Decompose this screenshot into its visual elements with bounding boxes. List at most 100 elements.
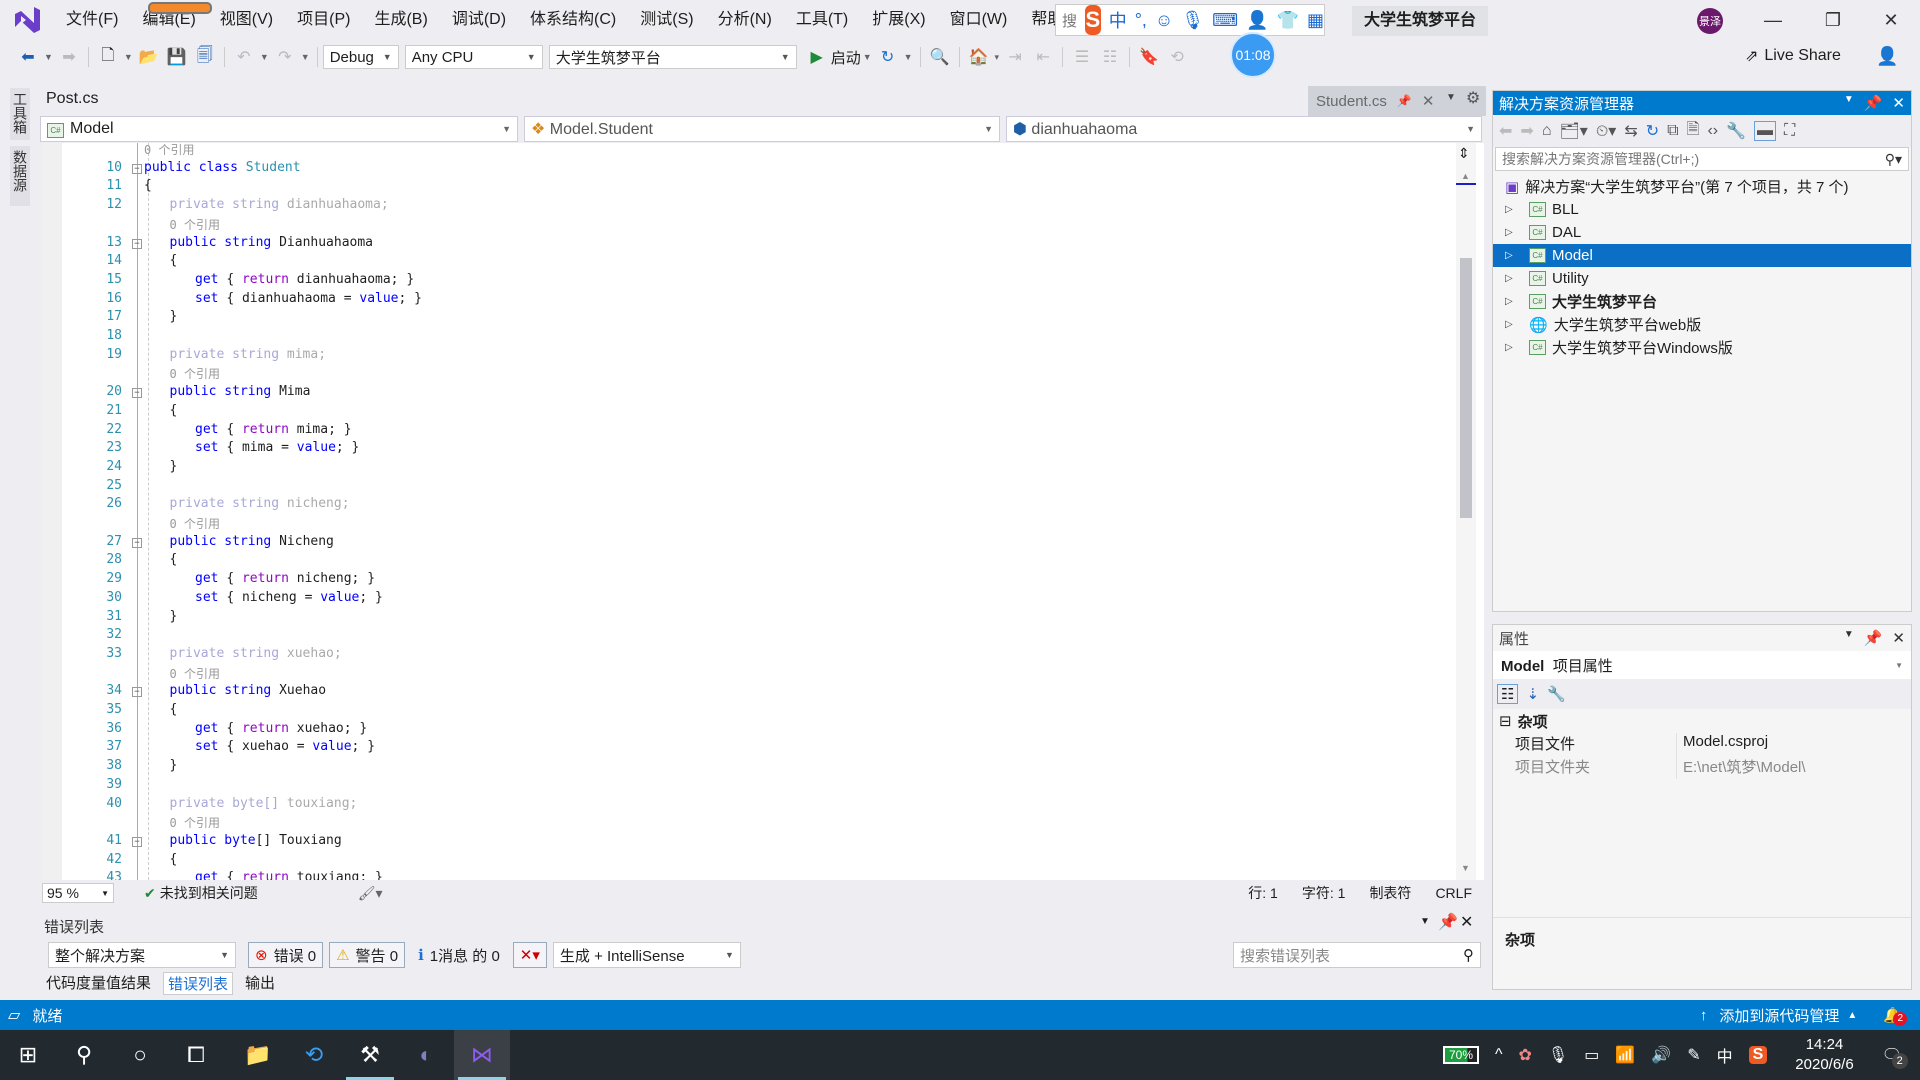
find-in-files-icon[interactable]: 🔍 (929, 46, 951, 68)
startup-project-select[interactable]: 大学生筑梦平台 ▼ (548, 45, 797, 69)
ime-mode[interactable]: 中 (1109, 7, 1127, 33)
expand-icon[interactable]: ▷ (1505, 342, 1519, 353)
menu-item[interactable]: 视图(V) (208, 0, 285, 40)
tree-item-project[interactable]: ▷ C# BLL (1493, 198, 1911, 221)
eol-indicator[interactable]: CRLF (1435, 885, 1472, 901)
scroll-up-icon[interactable]: ▲ (1461, 171, 1470, 181)
expand-icon[interactable]: ▷ (1505, 273, 1519, 284)
clock[interactable]: 14:24 2020/6/6 (1795, 1035, 1853, 1075)
gear-icon[interactable]: ⚙ (1466, 88, 1480, 108)
recording-timer[interactable]: 01:08 (1230, 32, 1276, 78)
scrollbar-thumb[interactable] (1460, 258, 1472, 518)
collapse-region-icon[interactable]: − (132, 238, 142, 249)
avatar[interactable]: 景泽 (1697, 8, 1723, 34)
battery-indicator[interactable]: 70% (1442, 1046, 1479, 1064)
properties-object-select[interactable]: Model 项目属性 ▼ (1493, 651, 1911, 679)
property-row[interactable]: 项目文件 Model.csproj (1493, 733, 1911, 756)
close-window-button[interactable]: ✕ (1866, 0, 1916, 40)
clear-filter-button[interactable]: ✕▾ (512, 942, 547, 968)
expand-icon[interactable]: ▷ (1505, 250, 1519, 261)
menu-item[interactable]: 生成(B) (362, 0, 439, 40)
view-code-icon[interactable]: ‹› (1707, 122, 1718, 140)
source-select[interactable]: 生成 + IntelliSense ▼ (552, 942, 741, 968)
toolbox-tab[interactable]: 工具箱 (10, 88, 30, 140)
save-all-icon[interactable]: 🗐 (194, 46, 216, 68)
menu-item[interactable]: 扩展(X) (860, 0, 937, 40)
tab-code-metrics[interactable]: 代码度量值结果 (46, 972, 151, 995)
codelens-references[interactable]: 0 个引用 (42, 365, 1442, 384)
switch-views-icon[interactable]: 🗂▾ (1559, 121, 1587, 141)
taskbar-eclipse[interactable]: ◐ (398, 1030, 454, 1080)
property-pages-icon[interactable]: 🔧 (1547, 685, 1566, 703)
microphone-icon[interactable]: 🎙 (1181, 10, 1204, 31)
expand-icon[interactable]: ▷ (1505, 227, 1519, 238)
taskbar-sql-tools[interactable]: ⚒ (342, 1030, 398, 1080)
refresh-icon[interactable]: ↻ (877, 46, 899, 68)
redo-icon[interactable]: ↷ (274, 46, 296, 68)
pen-icon[interactable]: ✎ (1687, 1045, 1700, 1065)
menu-item[interactable]: 窗口(W) (938, 0, 1020, 40)
codelens-references[interactable]: 0 个引用 (42, 814, 1442, 833)
feedback-icon[interactable]: 👤 (1876, 46, 1898, 67)
show-hidden-icons[interactable]: ^ (1495, 1046, 1503, 1064)
error-search-input[interactable]: 搜索错误列表 ⚲ (1233, 942, 1481, 968)
member-nav-select[interactable]: ⬢ dianhuahaoma ▼ (1006, 116, 1482, 142)
skin-icon[interactable]: 👕 (1277, 10, 1299, 31)
pin-icon[interactable]: 📌 (1438, 912, 1458, 932)
keyboard-icon[interactable]: ⌨ (1212, 10, 1238, 31)
input-method-indicator[interactable]: 中 (1717, 1043, 1733, 1067)
solution-node[interactable]: ▣ 解决方案“大学生筑梦平台”(第 7 个项目，共 7 个) (1493, 175, 1911, 198)
codelens-references[interactable]: 0 个引用 (42, 515, 1442, 534)
menu-item[interactable]: 体系结构(C) (518, 0, 628, 40)
uncomment-icon[interactable]: ☷ (1099, 46, 1121, 68)
undo-icon[interactable]: ↶ (233, 46, 255, 68)
sogou-tray-icon[interactable]: S (1748, 1046, 1768, 1064)
alphabetical-icon[interactable]: ⇣ (1526, 685, 1539, 703)
menu-item[interactable]: 项目(P) (285, 0, 362, 40)
cortana-button[interactable]: ○ (112, 1030, 168, 1080)
emoji-icon[interactable]: ☺ (1155, 10, 1173, 31)
forward-icon[interactable]: ➡ (1520, 121, 1533, 141)
restore-button[interactable]: ❐ (1808, 0, 1858, 40)
editor-vertical-scrollbar[interactable]: ⇕ ▲ ▼ (1456, 143, 1476, 880)
task-view-button[interactable]: ⧠ (168, 1030, 224, 1080)
start-button[interactable]: ⊞ (0, 1030, 56, 1080)
tree-item-project[interactable]: ▷ C# 大学生筑梦平台Windows版 (1493, 336, 1911, 359)
bookmark-icon[interactable]: 🔖 (1138, 46, 1160, 68)
pin-icon[interactable]: 📌 (1864, 629, 1883, 647)
type-nav-select[interactable]: ❖ Model.Student ▼ (524, 116, 1000, 142)
properties-wrench-icon[interactable]: 🔧 (1726, 121, 1746, 141)
panel-menu-icon[interactable]: ▼ (1844, 629, 1854, 647)
expand-icon[interactable]: ▷ (1505, 296, 1519, 307)
browser-link-icon[interactable]: 🏠 (968, 46, 990, 68)
configuration-select[interactable]: Debug ▼ (322, 45, 399, 69)
action-center-button[interactable]: 🗨 2 (1882, 1045, 1908, 1069)
errors-filter-button[interactable]: ⊗ 错误 0 (248, 942, 324, 968)
menu-item[interactable]: 工具(T) (784, 0, 860, 40)
collapse-region-icon[interactable]: − (132, 687, 142, 698)
tab-post-cs[interactable]: Post.cs (46, 90, 98, 108)
zoom-select[interactable]: 95 % ▼ (42, 883, 114, 903)
preview-icon[interactable]: ▬ (1754, 121, 1777, 141)
tab-output[interactable]: 输出 (245, 972, 275, 995)
grid-menu-icon[interactable]: ▦ (1307, 10, 1324, 31)
search-button[interactable]: ⚲ (56, 1030, 112, 1080)
close-icon[interactable]: ✕ (1892, 94, 1905, 112)
pin-icon[interactable]: 📌 (1397, 94, 1412, 108)
menu-item[interactable]: 测试(S) (628, 0, 705, 40)
codelens-references[interactable]: 0 个引用 (42, 216, 1442, 235)
taskbar-visual-studio[interactable]: ⋈ (454, 1030, 510, 1080)
tree-item-project[interactable]: ▷ C# 大学生筑梦平台 (1493, 290, 1911, 313)
panel-menu-icon[interactable]: ▼ (1844, 94, 1854, 112)
notifications-button[interactable]: 🔔 2 (1883, 1006, 1908, 1026)
visual-studio-logo-icon[interactable] (12, 5, 42, 35)
refresh-icon[interactable]: ↻ (1646, 121, 1659, 141)
expand-icon[interactable]: ▷ (1505, 319, 1519, 330)
outdent-icon[interactable]: ⇤ (1032, 46, 1054, 68)
project-nav-select[interactable]: C# Model ▼ (40, 116, 518, 142)
brush-icon[interactable]: 🖌▾ (358, 885, 383, 902)
tray-app-icon[interactable]: ✿ (1519, 1045, 1532, 1065)
close-icon[interactable]: ✕ (1892, 629, 1905, 647)
menu-item[interactable]: 调试(D) (440, 0, 518, 40)
sogou-ime-icon[interactable]: S (1085, 5, 1101, 35)
